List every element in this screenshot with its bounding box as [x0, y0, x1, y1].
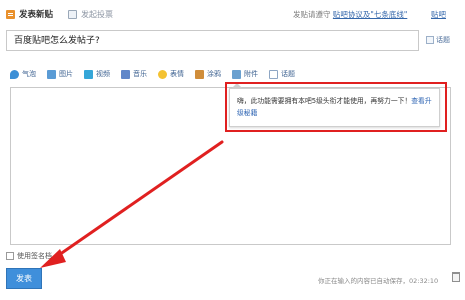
- popup-message: 嗨，此功能需要拥有本吧5级头衔才能使用，再努力一下！: [237, 97, 412, 105]
- editor-toolbar: 气泡 图片 视频 音乐 表情 涂鸦 附件 话题: [10, 67, 306, 81]
- posting-notice: 发贴请遵守 贴吧协议及"七条底线" 贴吧: [293, 9, 446, 20]
- doodle-icon: [195, 69, 204, 79]
- bubble-icon: [10, 69, 19, 79]
- toolbar-video-label: 视频: [96, 70, 110, 78]
- toolbar-doodle-label: 涂鸦: [207, 70, 221, 78]
- toolbar-image[interactable]: 图片: [47, 69, 73, 79]
- toolbar-image-label: 图片: [59, 70, 73, 78]
- post-title-input[interactable]: 百度贴吧怎么发帖子?: [6, 30, 419, 51]
- signature-option[interactable]: 使用签名档: [6, 251, 52, 261]
- music-icon: [121, 69, 130, 79]
- topic-link[interactable]: 话题: [426, 35, 450, 45]
- tab-start-vote[interactable]: 发起投票: [68, 7, 113, 21]
- vote-icon: [68, 9, 77, 19]
- toolbar-music[interactable]: 音乐: [121, 69, 147, 79]
- video-icon: [84, 69, 93, 79]
- toolbar-attachment-label: 附件: [244, 70, 258, 78]
- trash-icon[interactable]: [452, 272, 460, 282]
- autosave-status: 你正在输入的内容已自动保存，02:32:10: [318, 277, 439, 285]
- toolbar-music-label: 音乐: [133, 70, 147, 78]
- help-link[interactable]: 贴吧: [431, 9, 446, 20]
- submit-post-button[interactable]: 发表: [6, 268, 42, 289]
- signature-checkbox[interactable]: [6, 252, 14, 260]
- toolbar-attachment[interactable]: 附件: [232, 69, 258, 79]
- tab-start-vote-label: 发起投票: [81, 9, 113, 19]
- notice-prefix: 发贴请遵守: [293, 10, 331, 19]
- image-icon: [47, 69, 56, 79]
- topic-icon: [426, 36, 434, 44]
- topic-icon: [269, 69, 278, 79]
- top-bar: 发表新贴 发起投票 发贴请遵守 贴吧协议及"七条底线" 贴吧: [0, 0, 465, 28]
- toolbar-topic-label: 话题: [281, 70, 295, 78]
- toolbar-bubble[interactable]: 气泡: [10, 69, 36, 79]
- agreement-link[interactable]: 贴吧协议及"七条底线": [333, 10, 407, 19]
- topic-link-label: 话题: [436, 36, 450, 44]
- edit-icon: [6, 9, 15, 19]
- toolbar-topic[interactable]: 话题: [269, 69, 295, 79]
- attachment-icon: [232, 69, 241, 79]
- toolbar-emoji[interactable]: 表情: [158, 69, 184, 79]
- toolbar-bubble-label: 气泡: [22, 70, 36, 78]
- level-requirement-popup: 嗨，此功能需要拥有本吧5级头衔才能使用，再努力一下！查看升级秘籍: [229, 88, 440, 127]
- toolbar-video[interactable]: 视频: [84, 69, 110, 79]
- tab-new-post[interactable]: 发表新贴: [6, 7, 53, 21]
- toolbar-doodle[interactable]: 涂鸦: [195, 69, 221, 79]
- emoji-icon: [158, 69, 167, 79]
- tab-new-post-label: 发表新贴: [19, 10, 54, 20]
- signature-label: 使用签名档: [17, 252, 52, 260]
- toolbar-emoji-label: 表情: [170, 70, 184, 78]
